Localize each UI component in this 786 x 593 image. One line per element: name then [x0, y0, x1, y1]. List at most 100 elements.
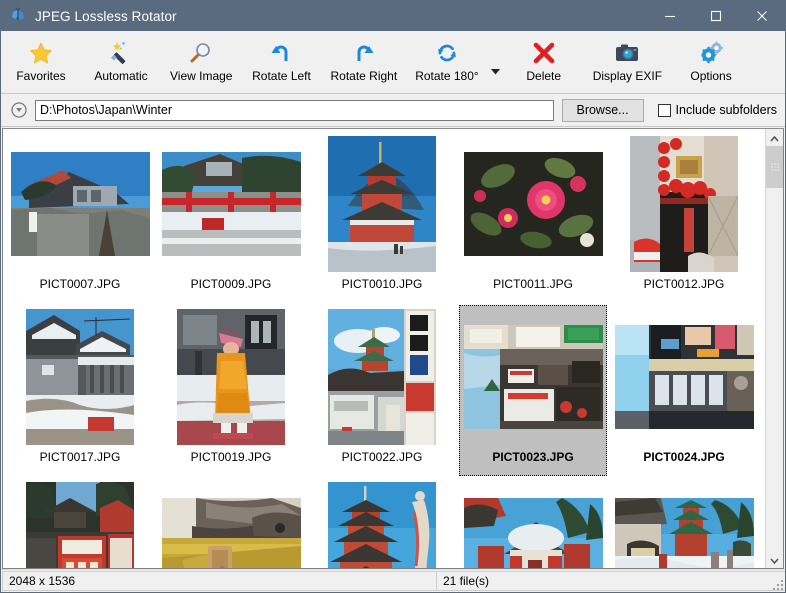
red-x-icon — [531, 38, 557, 68]
thumbnail-item[interactable]: PICT0007.JPG — [6, 132, 154, 303]
thumbnail-image-wrap — [328, 309, 436, 444]
thumbnail-image-wrap — [464, 309, 603, 444]
status-dimensions: 2048 x 1536 — [2, 571, 436, 591]
thumbnail-image-wrap — [26, 309, 134, 444]
magnifier-icon — [188, 38, 214, 68]
application-window: JPEG Lossless Rotator Fa — [0, 0, 786, 593]
thumbnail-image — [630, 136, 738, 272]
thumbnail-image — [464, 498, 603, 569]
favorites-button[interactable]: Favorites — [1, 35, 81, 84]
thumbnail-label: PICT0017.JPG — [40, 450, 121, 464]
thumbnail-image — [26, 482, 134, 569]
thumbnail-image — [464, 152, 603, 256]
window-controls — [647, 1, 785, 31]
checkbox-box[interactable] — [658, 104, 671, 117]
thumbnail-label: PICT0019.JPG — [191, 450, 272, 464]
thumbnail-image — [615, 325, 754, 429]
thumbnail-label: PICT0012.JPG — [644, 277, 725, 291]
thumbnail-image-wrap — [177, 309, 285, 444]
rotate-right-button[interactable]: Rotate Right — [321, 35, 406, 84]
scroll-up-button[interactable] — [766, 129, 783, 146]
thumbnail-item[interactable]: PICT0017.JPG — [6, 305, 154, 476]
scroll-down-button[interactable] — [766, 551, 783, 568]
chevron-down-icon — [770, 551, 779, 569]
thumbnail-image-wrap — [328, 482, 436, 568]
status-bar: 2048 x 1536 21 file(s) — [1, 569, 785, 592]
thumbnail-item[interactable]: PICT0009.JPG — [157, 132, 305, 303]
thumbnail-item[interactable] — [610, 478, 758, 568]
gears-icon — [697, 38, 725, 68]
include-subfolders-label: Include subfolders — [676, 103, 777, 117]
rotate-right-label: Rotate Right — [330, 69, 397, 83]
thumbnail-label: PICT0024.JPG — [643, 450, 724, 464]
vertical-scrollbar[interactable] — [765, 129, 783, 568]
display-exif-label: Display EXIF — [593, 69, 662, 83]
thumbnail-image-wrap — [162, 482, 301, 568]
thumbnail-image — [11, 152, 150, 256]
view-image-button[interactable]: View Image — [161, 35, 241, 84]
favorites-label: Favorites — [16, 69, 65, 83]
thumbnail-image — [328, 482, 436, 569]
thumbnail-image — [328, 309, 436, 445]
thumbnail-item-selected[interactable]: PICT0023.JPG — [459, 305, 607, 476]
options-button[interactable]: Options — [671, 35, 751, 84]
thumbnail-image-wrap — [464, 482, 603, 568]
display-exif-button[interactable]: Display EXIF — [584, 35, 671, 84]
thumbnail-label: PICT0010.JPG — [342, 277, 423, 291]
scrollbar-thumb[interactable] — [766, 146, 783, 188]
thumbnail-image — [162, 152, 301, 256]
thumbnail-item[interactable] — [6, 478, 154, 568]
delete-button[interactable]: Delete — [504, 35, 584, 84]
thumbnail-label: PICT0009.JPG — [191, 277, 272, 291]
thumbnail-label: PICT0023.JPG — [492, 450, 573, 464]
thumbnail-item[interactable]: PICT0019.JPG — [157, 305, 305, 476]
thumbnail-pane[interactable]: PICT0007.JPG — [3, 129, 765, 568]
thumbnail-image-wrap — [11, 136, 150, 271]
thumbnail-item[interactable] — [308, 478, 456, 568]
thumbnail-item[interactable]: PICT0022.JPG — [308, 305, 456, 476]
view-image-label: View Image — [170, 69, 232, 83]
folder-path-input[interactable] — [35, 100, 554, 121]
rotate-left-button[interactable]: Rotate Left — [241, 35, 321, 84]
options-label: Options — [690, 69, 731, 83]
thumbnail-item[interactable]: PICT0012.JPG — [610, 132, 758, 303]
thumbnail-image — [26, 309, 134, 445]
thumbnail-image — [328, 136, 436, 272]
rotate-left-label: Rotate Left — [252, 69, 311, 83]
scrollbar-grip-icon — [771, 164, 778, 171]
maximize-button[interactable] — [693, 1, 739, 31]
history-clock-icon[interactable] — [9, 100, 29, 120]
thumbnail-item[interactable]: PICT0024.JPG — [610, 305, 758, 476]
rotate-180-icon — [434, 38, 460, 68]
thumbnail-grid: PICT0007.JPG — [3, 129, 765, 568]
include-subfolders-checkbox[interactable]: Include subfolders — [658, 103, 777, 117]
minimize-button[interactable] — [647, 1, 693, 31]
rotate-180-button[interactable]: Rotate 180° — [406, 35, 488, 84]
thumbnail-image-wrap — [615, 482, 754, 568]
path-bar: Browse... Include subfolders — [1, 94, 785, 127]
camera-icon — [613, 38, 641, 68]
butterfly-icon — [9, 7, 27, 25]
star-icon — [28, 38, 54, 68]
thumbnail-label: PICT0007.JPG — [40, 277, 121, 291]
thumbnail-item[interactable] — [459, 478, 607, 568]
thumbnail-item[interactable]: PICT0011.JPG — [459, 132, 607, 303]
browse-button[interactable]: Browse... — [562, 99, 644, 122]
close-button[interactable] — [739, 1, 785, 31]
thumbnail-image-wrap — [162, 136, 301, 271]
thumbnail-image — [615, 498, 754, 569]
thumbnail-item[interactable]: PICT0010.JPG — [308, 132, 456, 303]
status-file-count: 21 file(s) — [436, 571, 785, 591]
thumbnail-image — [464, 325, 603, 429]
chevron-down-icon — [491, 62, 500, 80]
thumbnail-image — [177, 309, 285, 445]
main-toolbar: Favorites Automatic — [1, 31, 785, 94]
thumbnail-item[interactable] — [157, 478, 305, 568]
rotate-dropdown-button[interactable] — [488, 57, 504, 85]
automatic-button[interactable]: Automatic — [81, 35, 161, 84]
thumbnail-label: PICT0011.JPG — [493, 277, 573, 291]
rotate-left-icon — [268, 38, 294, 68]
thumbnail-image-wrap — [26, 482, 134, 568]
resize-grip-icon[interactable] — [771, 578, 783, 590]
scrollbar-track[interactable] — [766, 146, 783, 551]
